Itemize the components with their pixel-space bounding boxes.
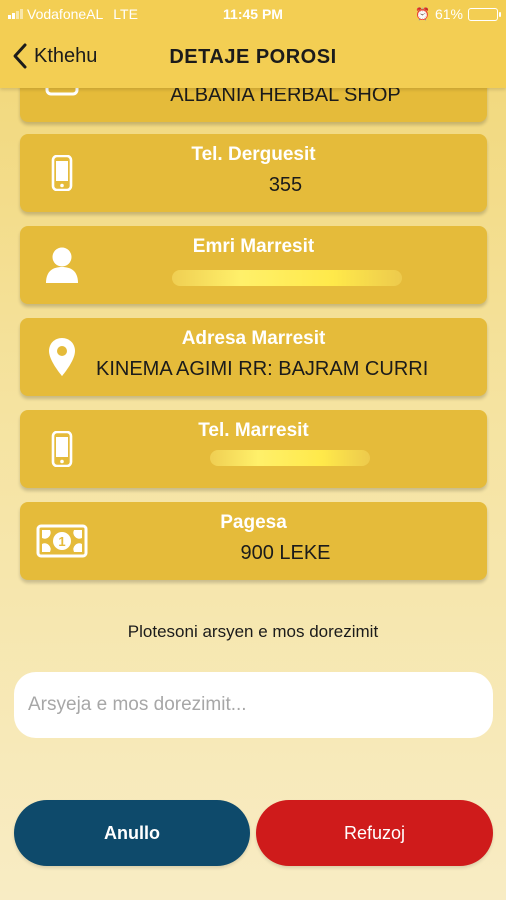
battery-percent: 61% bbox=[434, 6, 463, 22]
cancel-button[interactable]: Anullo bbox=[14, 800, 250, 866]
sender-phone-label: Tel. Derguesit bbox=[191, 144, 316, 165]
refuse-button[interactable]: Refuzoj bbox=[256, 800, 493, 866]
header-bar: VodafoneAL LTE 11:45 PM ⏰ 61% Kthehu DET… bbox=[0, 0, 506, 88]
recipient-phone-label: Tel. Marresit bbox=[198, 420, 309, 441]
card-recipient-name: Emri Marresit bbox=[20, 226, 487, 304]
battery-icon bbox=[468, 7, 501, 21]
recipient-address-value: KINEMA AGIMI RR: BAJRAM CURRI bbox=[96, 358, 429, 380]
payment-value: 900 LEKE bbox=[240, 542, 331, 564]
recipient-name-label: Emri Marresit bbox=[192, 236, 315, 257]
svg-text:1: 1 bbox=[58, 534, 65, 549]
card-sender-phone: Tel. Derguesit 355 bbox=[20, 134, 487, 212]
card-recipient-phone: Tel. Marresit bbox=[20, 410, 487, 488]
alarm-icon: ⏰ bbox=[415, 7, 430, 21]
recipient-address-label: Adresa Marresit bbox=[181, 328, 326, 349]
sender-phone-value: 355 bbox=[268, 174, 303, 196]
navigation-bar: Kthehu DETAJE POROSI bbox=[0, 36, 506, 80]
status-bar: VodafoneAL LTE 11:45 PM ⏰ 61% bbox=[0, 0, 506, 30]
reason-input[interactable] bbox=[14, 672, 493, 738]
redaction-mark bbox=[172, 270, 402, 286]
page-title: DETAJE POROSI bbox=[169, 46, 337, 68]
card-payment: 1 Pagesa 900 LEKE bbox=[20, 502, 487, 580]
reason-prompt: Plotesoni arsyen e mos dorezimit bbox=[127, 622, 379, 641]
redaction-mark bbox=[210, 450, 370, 466]
card-recipient-address: Adresa Marresit KINEMA AGIMI RR: BAJRAM … bbox=[20, 318, 487, 396]
payment-label: Pagesa bbox=[220, 512, 287, 533]
